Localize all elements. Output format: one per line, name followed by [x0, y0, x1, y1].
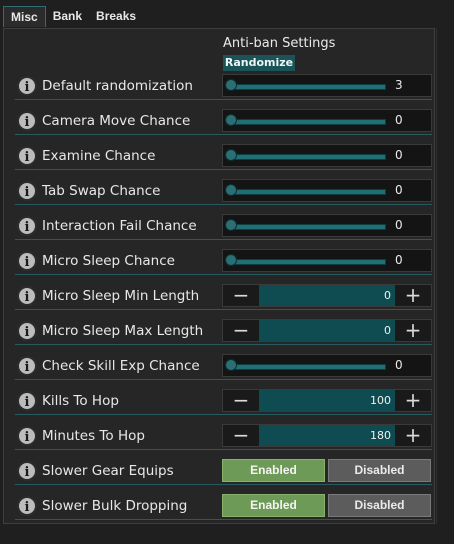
randomize-button[interactable]: Randomize	[223, 55, 295, 71]
setting-label: Micro Sleep Max Length	[42, 323, 204, 339]
slider-value: 0	[395, 358, 403, 372]
disabled-button[interactable]: Disabled	[328, 459, 431, 482]
micro-sleep-chance-slider: 0	[222, 249, 432, 272]
enabled-button[interactable]: Enabled	[222, 494, 325, 517]
setting-row-slower-bulk-dropping: i Slower Bulk Dropping Enabled Disabled	[15, 494, 432, 520]
decrement-button[interactable]: −	[223, 390, 259, 411]
number-input[interactable]: 0	[259, 285, 395, 306]
setting-row-camera-move-chance: i Camera Move Chance 0	[15, 109, 432, 135]
setting-label: Tab Swap Chance	[42, 183, 161, 199]
setting-row-interaction-fail-chance: i Interaction Fail Chance 0	[15, 214, 432, 240]
setting-label: Interaction Fail Chance	[42, 218, 197, 234]
increment-button[interactable]: +	[395, 285, 431, 306]
decrement-button[interactable]: −	[223, 285, 259, 306]
info-icon[interactable]: i	[17, 496, 37, 516]
tab-misc[interactable]: Misc	[3, 6, 46, 27]
setting-row-micro-sleep-max-length: i Micro Sleep Max Length − 0 +	[15, 319, 432, 345]
info-icon[interactable]: i	[17, 111, 37, 131]
interaction-fail-chance-slider: 0	[222, 214, 432, 237]
camera-move-chance-slider: 0	[222, 109, 432, 132]
info-icon[interactable]: i	[17, 76, 37, 96]
slider-value: 3	[395, 78, 403, 92]
slider-handle[interactable]	[225, 114, 237, 126]
setting-label: Minutes To Hop	[42, 428, 145, 444]
setting-label: Slower Gear Equips	[42, 463, 174, 479]
setting-row-examine-chance: i Examine Chance 0	[15, 144, 432, 170]
tab-swap-chance-slider: 0	[222, 179, 432, 202]
section-title: Anti-ban Settings	[223, 36, 336, 51]
examine-chance-slider: 0	[222, 144, 432, 167]
slider-track[interactable]	[231, 154, 386, 160]
setting-row-micro-sleep-min-length: i Micro Sleep Min Length − 0 +	[15, 284, 432, 310]
slider-value: 0	[395, 253, 403, 267]
increment-button[interactable]: +	[395, 425, 431, 446]
info-icon[interactable]: i	[17, 286, 37, 306]
slider-value: 0	[395, 113, 403, 127]
slider-track[interactable]	[231, 224, 386, 230]
info-icon[interactable]: i	[17, 356, 37, 376]
minutes-to-hop-stepper: − 180 +	[222, 424, 432, 447]
micro-sleep-max-length-stepper: − 0 +	[222, 319, 432, 342]
slider-handle[interactable]	[225, 149, 237, 161]
slider-track[interactable]	[231, 364, 386, 370]
decrement-button[interactable]: −	[223, 425, 259, 446]
kills-to-hop-stepper: − 100 +	[222, 389, 432, 412]
setting-label: Kills To Hop	[42, 393, 119, 409]
disabled-button[interactable]: Disabled	[328, 494, 431, 517]
setting-row-default-randomization: i Default randomization 3	[15, 74, 432, 100]
info-icon[interactable]: i	[17, 461, 37, 481]
setting-row-kills-to-hop: i Kills To Hop − 100 +	[15, 389, 432, 415]
setting-label: Default randomization	[42, 78, 193, 94]
setting-label: Micro Sleep Min Length	[42, 288, 200, 304]
setting-label: Check Skill Exp Chance	[42, 358, 200, 374]
slider-value: 0	[395, 148, 403, 162]
slider-handle[interactable]	[225, 184, 237, 196]
setting-label: Camera Move Chance	[42, 113, 191, 129]
decrement-button[interactable]: −	[223, 320, 259, 341]
info-icon[interactable]: i	[17, 251, 37, 271]
tab-breaks[interactable]: Breaks	[89, 6, 143, 27]
slider-track[interactable]	[231, 84, 386, 90]
enabled-button[interactable]: Enabled	[222, 459, 325, 482]
slider-track[interactable]	[231, 189, 386, 195]
slider-handle[interactable]	[225, 254, 237, 266]
settings-panel: Anti-ban Settings Randomize i Default ra…	[3, 28, 435, 524]
info-icon[interactable]: i	[17, 216, 37, 236]
increment-button[interactable]: +	[395, 390, 431, 411]
number-input[interactable]: 100	[259, 390, 395, 411]
setting-row-micro-sleep-chance: i Micro Sleep Chance 0	[15, 249, 432, 275]
slider-handle[interactable]	[225, 79, 237, 91]
setting-row-minutes-to-hop: i Minutes To Hop − 180 +	[15, 424, 432, 450]
info-icon[interactable]: i	[17, 181, 37, 201]
tab-bar: Misc Bank Breaks	[3, 6, 143, 28]
info-icon[interactable]: i	[17, 321, 37, 341]
number-input[interactable]: 180	[259, 425, 395, 446]
setting-label: Slower Bulk Dropping	[42, 498, 188, 514]
setting-label: Examine Chance	[42, 148, 156, 164]
panel-divider	[436, 28, 437, 524]
setting-label: Micro Sleep Chance	[42, 253, 175, 269]
slider-handle[interactable]	[225, 359, 237, 371]
slider-track[interactable]	[231, 119, 386, 125]
check-skill-exp-chance-slider: 0	[222, 354, 432, 377]
slider-value: 0	[395, 183, 403, 197]
default-randomization-slider: 3	[222, 74, 432, 97]
slider-value: 0	[395, 218, 403, 232]
micro-sleep-min-length-stepper: − 0 +	[222, 284, 432, 307]
setting-row-slower-gear-equips: i Slower Gear Equips Enabled Disabled	[15, 459, 432, 485]
setting-row-tab-swap-chance: i Tab Swap Chance 0	[15, 179, 432, 205]
info-icon[interactable]: i	[17, 426, 37, 446]
setting-row-check-skill-exp-chance: i Check Skill Exp Chance 0	[15, 354, 432, 380]
slider-handle[interactable]	[225, 219, 237, 231]
tab-bank[interactable]: Bank	[46, 6, 89, 27]
number-input[interactable]: 0	[259, 320, 395, 341]
increment-button[interactable]: +	[395, 320, 431, 341]
info-icon[interactable]: i	[17, 391, 37, 411]
slider-track[interactable]	[231, 259, 386, 265]
info-icon[interactable]: i	[17, 146, 37, 166]
